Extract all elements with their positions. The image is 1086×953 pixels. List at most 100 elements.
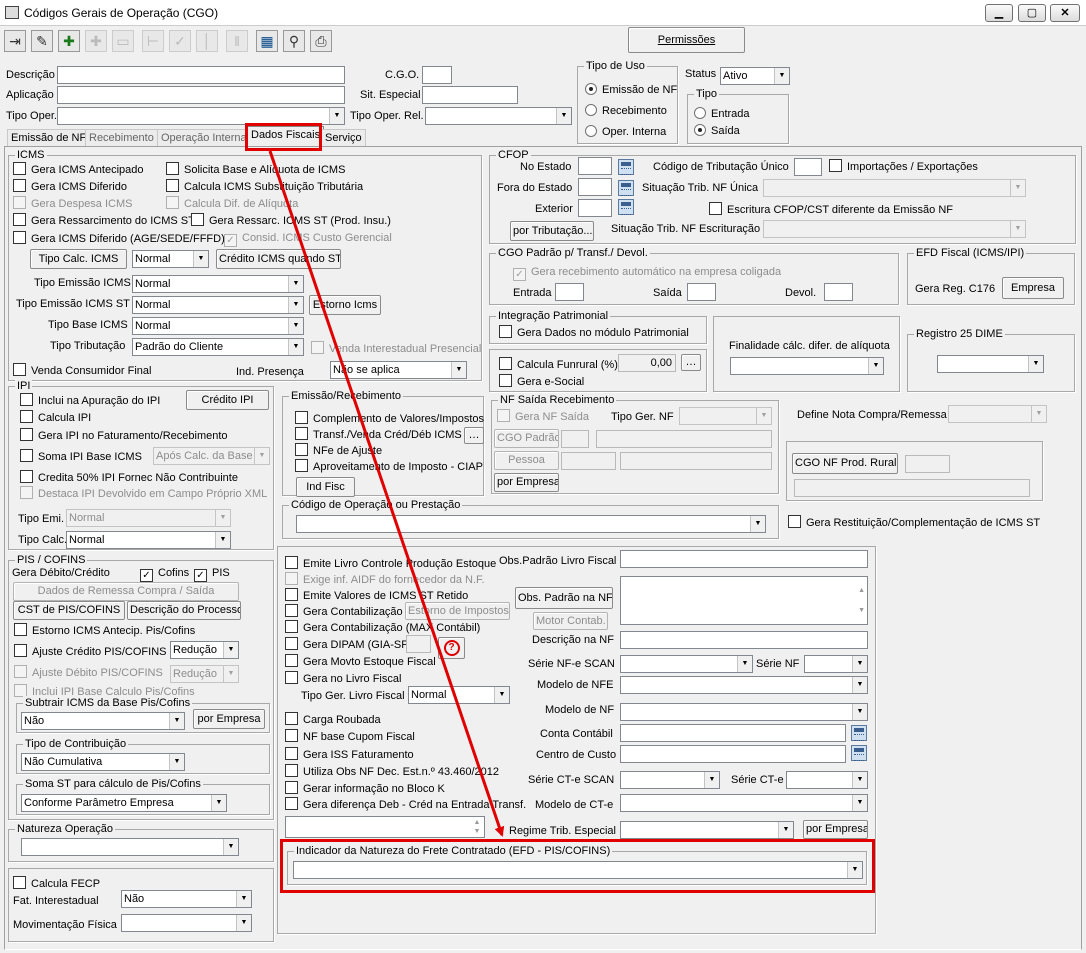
cgo-nf-prod-rural-button[interactable]: CGO NF Prod. Rural [792,453,898,474]
serie-nfe-scan-select[interactable]: ▼ [620,655,753,673]
expand-icon[interactable]: ✚ [85,30,107,52]
tipo-contribuicao-select[interactable]: Não Cumulativa ▼ [21,753,185,771]
fat-interestadual-select[interactable]: Não ▼ [121,890,252,908]
fora-estado-input[interactable] [578,178,612,196]
modelo-nf-select[interactable]: ▼ [620,703,868,721]
cgo-padrao-code-input[interactable] [561,430,589,448]
cgo-input[interactable] [422,66,452,84]
funrural-edit-button[interactable]: … [681,354,701,371]
gera-despesa-icms-check[interactable]: Gera Despesa ICMS [13,196,132,211]
maximize-button[interactable]: ▢ [1018,4,1046,22]
centro-custo-calculator-icon[interactable] [851,745,867,761]
apos-calc-base-select[interactable]: Após Calc. da Base ▼ [153,447,270,465]
devol-input[interactable] [824,283,853,301]
tab-emissao-nf[interactable]: Emissão de NF [7,129,91,147]
gera-restituicao-check[interactable]: Gera Restituição/Complementação de ICMS … [788,515,1040,530]
collapse-icon[interactable]: ▭ [112,30,134,52]
gerar-bloco-k-check[interactable]: Gerar informação no Bloco K [285,781,445,796]
gera-ressarcimento-icms-st-check[interactable]: Gera Ressarcimento do ICMS ST [13,213,195,228]
exit-icon[interactable]: ⇥ [4,30,26,52]
tipo-calc-icms-button[interactable]: Tipo Calc. ICMS [30,249,127,269]
modelo-cte-select[interactable]: ▼ [620,794,868,812]
transf-venda-cred-check[interactable]: Transf./Venda Créd/Déb ICMS [295,427,462,442]
situacao-trib-escrituracao-select[interactable]: ▼ [763,220,1026,238]
ajuste-credito-check[interactable]: Ajuste Crédito PIS/COFINS [14,644,167,659]
calcula-dif-aliquota-check[interactable]: Calcula Dif. de Alíquota [166,196,298,211]
transf-venda-edit-button[interactable]: … [464,427,484,444]
ind-presenca-select[interactable]: Não se aplica ▼ [330,361,467,379]
nfe-ajuste-check[interactable]: NFe de Ajuste [295,443,382,458]
gera-dados-patrimonial-check[interactable]: Gera Dados no módulo Patrimonial [499,325,689,340]
gera-icms-diferido-age-check[interactable]: Gera ICMS Diferido (AGE/SEDE/FFFD) [13,231,225,246]
tipo-tributacao-select[interactable]: Padrão do Cliente ▼ [132,338,304,356]
tipo-emissao-icms-select[interactable]: Normal ▼ [132,275,304,293]
ind-fisc-button[interactable]: Ind Fisc [296,477,355,497]
descricao-processo-button[interactable]: Descrição do Processo [127,601,241,620]
situacao-trib-nf-unica-select[interactable]: ▼ [763,179,1026,197]
estorno-icms-button[interactable]: Estorno Icms [309,295,381,315]
finalidade-select[interactable]: ▼ [730,357,884,375]
solicita-base-aliquota-check[interactable]: Solicita Base e Alíquota de ICMS [166,162,345,177]
calcula-icms-st-check[interactable]: Calcula ICMS Substituição Tributária [166,179,363,194]
tipo-base-icms-select[interactable]: Normal ▼ [132,317,304,335]
close-button[interactable]: ✕ [1050,4,1080,22]
status-select[interactable]: Ativo ▼ [720,67,790,85]
emite-valores-icms-st-check[interactable]: Emite Valores de ICMS ST Retido [285,588,468,603]
soma-ipi-base-icms-check[interactable]: Soma IPI Base ICMS [20,449,142,464]
eraser-icon[interactable]: ✎ [31,30,53,52]
calcula-ipi-check[interactable]: Calcula IPI [20,410,91,425]
calcula-funrural-check[interactable]: Calcula Funrural (%) [499,357,618,372]
saida-input[interactable] [687,283,716,301]
binoculars-icon[interactable]: ⚲ [283,30,305,52]
credita-50-ipi-check[interactable]: Credita 50% IPI Fornec Não Contribuinte [20,470,238,485]
escritura-cfop-check[interactable]: Escritura CFOP/CST diferente da Emissão … [709,202,953,217]
ajuste-debito-check[interactable]: Ajuste Débito PIS/COFINS [14,665,163,680]
credito-ipi-button[interactable]: Crédito IPI [186,390,269,410]
add-icon[interactable]: ✚ [58,30,80,52]
cofins-check[interactable]: ✓ Cofins [140,566,189,582]
minimize-button[interactable]: ▁ [985,4,1013,22]
motor-contab-button[interactable]: Motor Contab. [533,612,608,630]
exige-aidf-check[interactable]: Exige inf. AIDF do fornecedor da N.F. [285,572,485,587]
pessoa-code-input[interactable] [561,452,616,470]
gera-icms-diferido-check[interactable]: Gera ICMS Diferido [13,179,127,194]
credito-icms-st-button[interactable]: Crédito ICMS quando ST [216,249,341,269]
print-icon[interactable]: ⎙ [310,30,332,52]
tab-operacao-interna[interactable]: Operação Interna [157,129,251,147]
spin-arrows-icon[interactable]: ▲ ▼ [471,818,483,836]
conta-contabil-input[interactable] [620,724,846,742]
tab-recebimento[interactable]: Recebimento [85,129,158,147]
no-estado-input[interactable] [578,157,612,175]
spin-input[interactable]: ▲ ▼ [285,816,485,838]
por-tributacao-button[interactable]: por Tributação... [510,221,594,241]
tipo-calc-icms-select[interactable]: Normal ▼ [132,250,209,268]
gera-icms-antecipado-check[interactable]: Gera ICMS Antecipado [13,162,144,177]
tipo-uso-recebimento-radio[interactable]: Recebimento [585,104,667,118]
codigo-operacao-select[interactable]: ▼ [296,515,766,533]
descricao-nf-input[interactable] [620,631,868,649]
grid-icon[interactable]: ▦ [256,30,278,52]
subtrair-por-empresa-button[interactable]: por Empresa [193,709,265,729]
gera-recebimento-check[interactable]: ✓ Gera recebimento automático na empresa … [513,265,781,281]
carga-roubada-check[interactable]: Carga Roubada [285,712,381,727]
centro-custo-input[interactable] [620,745,846,763]
soma-st-select[interactable]: Conforme Parâmetro Empresa ▼ [21,794,227,812]
obs-padrao-nf-button[interactable]: Obs. Padrão na NF [515,587,613,609]
regime-trib-especial-select[interactable]: ▼ [620,821,794,839]
venda-interestadual-check[interactable]: Venda Interestadual Presencial [311,341,481,356]
tipo-oper-rel-select[interactable]: ▼ [425,107,572,125]
funrural-percent-input[interactable]: 0,00 [618,354,676,372]
define-nota-select[interactable]: ▼ [948,405,1047,423]
help-button[interactable]: ? [438,637,465,659]
fora-estado-calculator-icon[interactable] [618,180,634,196]
gera-ressarc-icms-st-prod-check[interactable]: Gera Ressarc. ICMS ST (Prod. Insu.) [191,213,391,228]
complemento-valores-check[interactable]: Complemento de Valores/Impostos [295,411,484,426]
tipo-ger-livro-select[interactable]: Normal ▼ [408,686,510,704]
serie-cte-scan-select[interactable]: ▼ [620,771,720,789]
dados-remessa-button[interactable]: Dados de Remessa Compra / Saída [13,582,239,601]
serie-cte-select[interactable]: ▼ [786,771,868,789]
importacoes-exportacoes-check[interactable]: Importações / Exportações [829,159,978,174]
aplicacao-input[interactable] [57,86,345,104]
descricao-input[interactable] [57,66,345,84]
calcula-fecp-check[interactable]: Calcula FECP [13,876,100,891]
